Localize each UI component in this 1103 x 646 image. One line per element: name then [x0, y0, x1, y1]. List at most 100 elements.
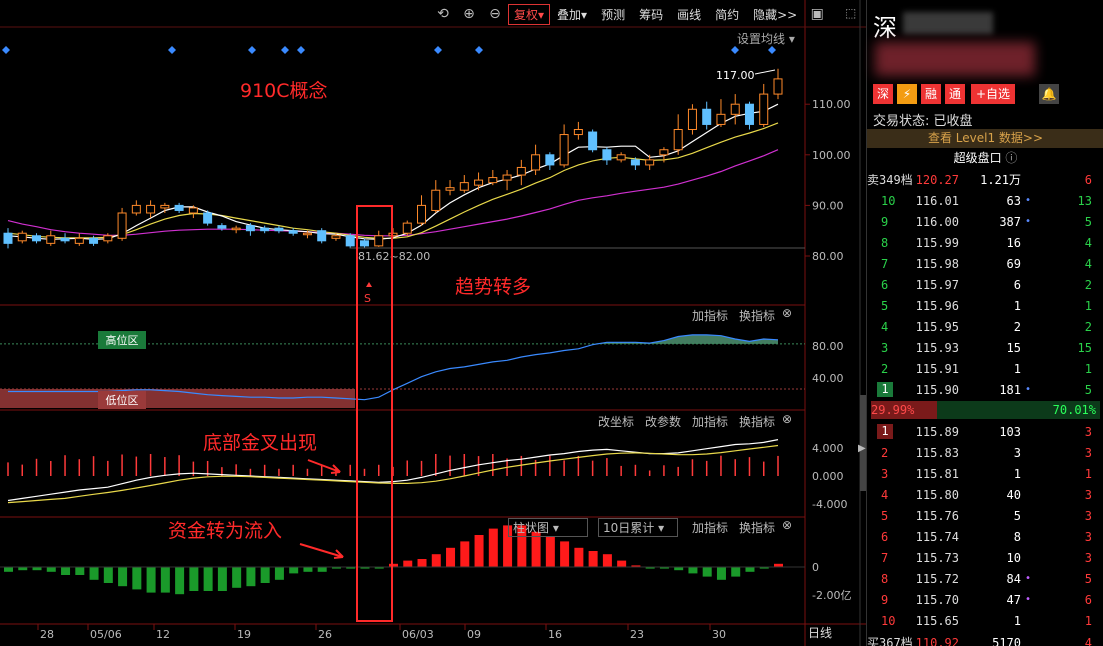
flow-bar	[431, 554, 441, 567]
add-indicator-button[interactable]: 加指标	[692, 413, 728, 430]
diejia-button[interactable]: 叠加▾	[550, 6, 594, 23]
huaxian-button[interactable]: 画线	[670, 6, 708, 23]
level-label: 3	[881, 340, 889, 355]
level-price: 115.93	[915, 340, 959, 355]
bid-row[interactable]: 9 115.70 47 • 6	[867, 589, 1103, 610]
bid-row[interactable]: 3 115.81 1 1	[867, 463, 1103, 484]
ask-row[interactable]: 7 115.98 69 4	[867, 253, 1103, 274]
ask-row[interactable]: 6 115.97 6 2	[867, 274, 1103, 295]
date-label: 06/03	[402, 628, 434, 641]
level1-link[interactable]: 查看 Level1 数据>>	[867, 129, 1103, 148]
ask-row[interactable]: 10 116.01 63 • 13	[867, 190, 1103, 211]
bell-icon[interactable]: 🔔	[1039, 84, 1059, 104]
candle-body	[17, 232, 27, 242]
level-volume: 1.21万	[980, 173, 1021, 187]
annotation-flow: 资金转为流入	[168, 520, 283, 542]
add-watchlist-button[interactable]: +自选	[971, 84, 1016, 104]
ask-row[interactable]: 2 115.91 1 1	[867, 358, 1103, 379]
level-marker: •	[1024, 573, 1032, 584]
level-label: 1	[867, 382, 899, 397]
bid-row[interactable]: 5 115.76 5 3	[867, 505, 1103, 526]
level-volume: 47	[1006, 592, 1021, 607]
level-volume: 10	[1006, 550, 1021, 565]
level-count: 5	[1084, 382, 1092, 397]
bid-row[interactable]: 2 115.83 3 3	[867, 442, 1103, 463]
candle-body	[659, 149, 669, 156]
signal-diamond-icon	[731, 46, 739, 54]
bid-row[interactable]: 6 115.74 8 3	[867, 526, 1103, 547]
close-icon[interactable]: ⊗	[782, 518, 792, 532]
info-icon[interactable]: ⓘ	[1005, 151, 1017, 165]
zoom-out-icon[interactable]: ⊖	[482, 6, 508, 22]
ask-row[interactable]: 3 115.93 15 15	[867, 337, 1103, 358]
high-price-label: 117.00	[716, 69, 755, 82]
bid-row[interactable]: 7 115.73 10 3	[867, 547, 1103, 568]
flow-bar	[588, 551, 598, 567]
panel-toggle-icon[interactable]: ⬚	[845, 6, 856, 20]
yuce-button[interactable]: 预测	[594, 6, 632, 23]
candle-body	[217, 225, 227, 229]
add-indicator-button[interactable]: 加指标	[692, 307, 728, 324]
candle-body	[146, 204, 156, 214]
fuquan-button[interactable]: 复权▾	[508, 3, 551, 25]
undo-icon[interactable]: ⟲	[430, 6, 456, 22]
window-icon[interactable]: ▣	[804, 6, 830, 22]
level-label: 2	[881, 361, 889, 376]
flow-bar	[260, 567, 270, 583]
candle-body	[402, 222, 412, 234]
candle-body	[260, 227, 270, 232]
flow-bar	[203, 567, 213, 591]
change-param-button[interactable]: 改参数	[645, 413, 681, 430]
swap-indicator-button[interactable]: 换指标	[739, 413, 775, 430]
highlight-box	[356, 205, 393, 622]
flow-bar	[560, 541, 570, 567]
signal-diamond-icon	[2, 46, 10, 54]
ma-settings-button[interactable]: 设置均线 ▾	[737, 30, 795, 47]
add-indicator-button[interactable]: 加指标	[692, 519, 728, 536]
candle-body	[89, 237, 99, 244]
level-count: 3	[1084, 487, 1092, 502]
zone-high-label: 高位区	[106, 333, 139, 347]
osc-tick-label: 40.00	[812, 372, 844, 385]
style-select[interactable]: 柱状图 ▾	[508, 518, 588, 537]
total-row[interactable]: 卖349档 120.27 1.21万 6	[867, 169, 1103, 190]
level-label: 4	[881, 487, 889, 502]
level-marker: •	[1024, 195, 1032, 206]
yincang-button[interactable]: 隐藏>>	[746, 6, 804, 23]
chouma-button[interactable]: 筹码	[632, 6, 670, 23]
swap-indicator-button[interactable]: 换指标	[739, 519, 775, 536]
swap-indicator-button[interactable]: 换指标	[739, 307, 775, 324]
candle-body	[288, 230, 298, 234]
total-row[interactable]: 买367档 110.92 5170 4	[867, 632, 1103, 646]
kline-chart-area[interactable]: 110.00 100.00 90.00 80.00 117.00 81.62~82.00 S…	[0, 0, 866, 646]
close-icon[interactable]: ⊗	[782, 306, 792, 320]
annotation-cross: 底部金叉出现	[203, 432, 318, 454]
collapse-sidebar-icon[interactable]: ▶	[858, 443, 866, 454]
bid-row[interactable]: 4 115.80 40 3	[867, 484, 1103, 505]
level-label: 7	[881, 256, 889, 271]
bid-row[interactable]: 10 115.65 1 1	[867, 610, 1103, 631]
jianyue-button[interactable]: 简约	[708, 6, 746, 23]
ask-row[interactable]: 5 115.96 1 1	[867, 295, 1103, 316]
flow-bar	[688, 567, 698, 574]
flow-bar	[574, 547, 584, 567]
bid-row[interactable]: 1 115.89 103 3	[867, 421, 1103, 442]
zoom-in-icon[interactable]: ⊕	[456, 6, 482, 22]
close-icon[interactable]: ⊗	[782, 412, 792, 426]
level-volume: 1	[1013, 466, 1021, 481]
ask-row[interactable]: 8 115.99 16 4	[867, 232, 1103, 253]
candle-body	[103, 235, 113, 242]
ask-row[interactable]: 9 116.00 387 • 5	[867, 211, 1103, 232]
ask-row[interactable]: 1 115.90 181 • 5	[867, 379, 1103, 400]
candle-body	[687, 108, 697, 131]
ask-row[interactable]: 4 115.95 2 2	[867, 316, 1103, 337]
flow-bar	[146, 567, 156, 593]
change-axis-button[interactable]: 改坐标	[598, 413, 634, 430]
period-select[interactable]: 10日累计 ▾	[598, 518, 678, 537]
bid-row[interactable]: 8 115.72 84 • 5	[867, 568, 1103, 589]
signal-diamond-icon	[168, 46, 176, 54]
level-badge: 1	[877, 382, 893, 397]
candle-body	[32, 235, 42, 242]
candle-body	[374, 235, 384, 247]
super-book-title: 超级盘口	[953, 151, 1002, 165]
